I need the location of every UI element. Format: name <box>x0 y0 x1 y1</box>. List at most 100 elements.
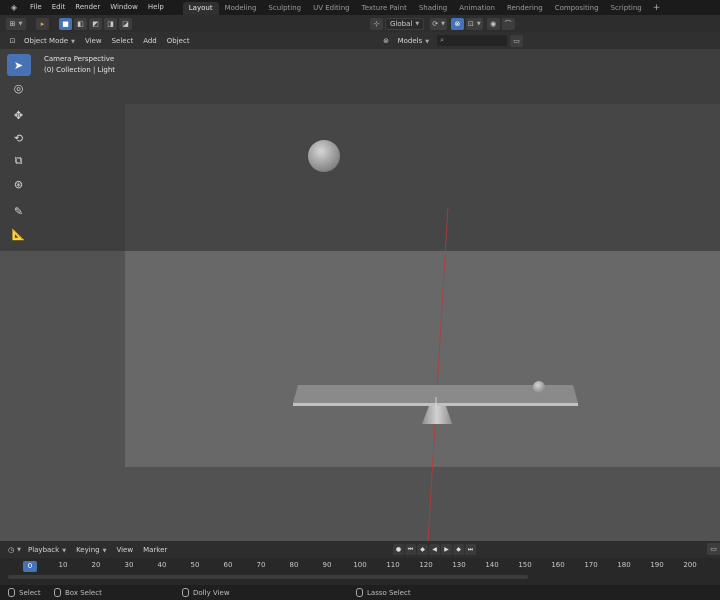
collection-icon: ⊛ <box>383 36 390 45</box>
menu-edit[interactable]: Edit <box>47 0 71 15</box>
view-name-label: Camera Perspective <box>44 55 115 63</box>
select-mode-intersect-icon[interactable]: ◪ <box>119 17 132 30</box>
camera-frame-upper <box>125 104 720 251</box>
frame-number-label: 90 <box>322 561 332 569</box>
tab-animation[interactable]: Animation <box>453 2 501 15</box>
object-mode-dropdown[interactable]: Object Mode ▼ <box>19 37 80 45</box>
menu-select[interactable]: Select <box>107 37 139 45</box>
jump-keyframe-forward-icon[interactable]: ◆ <box>453 544 464 555</box>
proportional-falloff-icon[interactable]: ⌒ <box>501 17 515 30</box>
frame-number-label: 80 <box>289 561 299 569</box>
menu-window[interactable]: Window <box>105 0 143 15</box>
frame-number-label: 50 <box>190 561 200 569</box>
move-icon[interactable]: ✥ <box>7 104 31 126</box>
proportional-edit-icon[interactable]: ◉ <box>486 17 500 30</box>
frame-number-label: 10 <box>58 561 68 569</box>
editor-type-icon[interactable]: ⊞ ▼ <box>6 17 26 30</box>
timeline-view-menu[interactable]: View <box>111 546 138 554</box>
menu-help[interactable]: Help <box>143 0 169 15</box>
orientation-label: Global <box>390 19 413 28</box>
select-mode-new-icon[interactable]: ■ <box>59 17 72 30</box>
marker-menu[interactable]: Marker <box>138 546 172 554</box>
status-select: Select <box>8 588 41 597</box>
keying-menu[interactable]: Keying ▼ <box>71 546 111 554</box>
select-box-icon[interactable]: ➤ <box>6 54 31 76</box>
tab-shading[interactable]: Shading <box>413 2 453 15</box>
current-frame-indicator[interactable]: 0 <box>23 561 37 572</box>
tab-rendering[interactable]: Rendering <box>501 2 549 15</box>
jump-end-icon[interactable]: ⏭ <box>465 544 476 555</box>
workspace-tabs: Layout Modeling Sculpting UV Editing Tex… <box>182 0 666 15</box>
playback-controls: ● ⏮ ◆ ◀ ▶ ◆ ⏭ <box>393 544 477 555</box>
menu-view[interactable]: View <box>80 37 107 45</box>
viewport-overlay-text: Camera Perspective (0) Collection | Ligh… <box>44 54 115 76</box>
transform-orientation-dropdown[interactable]: Global ▼ <box>385 17 425 30</box>
add-workspace-button[interactable]: + <box>648 2 666 15</box>
frame-number-label: 70 <box>256 561 266 569</box>
timeline-scrollbar[interactable] <box>8 575 528 579</box>
filter-toggle-icon[interactable]: ▭ <box>510 34 524 47</box>
orientation-icon[interactable]: ⊹ <box>370 17 383 30</box>
status-lasso-select: Lasso Select <box>356 588 411 597</box>
seesaw-plank-front <box>293 403 578 406</box>
tab-layout[interactable]: Layout <box>182 2 219 15</box>
menu-render[interactable]: Render <box>70 0 105 15</box>
timeline-editor-type-icon[interactable]: ◷ ▼ <box>6 544 23 556</box>
collection-filter-dropdown[interactable]: Models ▼ <box>393 37 435 45</box>
small-ball <box>533 381 545 393</box>
frame-number-label: 150 <box>518 561 532 569</box>
menu-add[interactable]: Add <box>138 37 162 45</box>
tool-shelf: ➤ ◎ ✥ ⟲ ⧉ ⊛ ✎ 📐 <box>5 54 32 246</box>
jump-start-icon[interactable]: ⏮ <box>405 544 416 555</box>
measure-icon[interactable]: 📐 <box>7 223 31 245</box>
record-icon[interactable]: ● <box>393 544 404 555</box>
search-icon: ⌕ <box>440 36 445 44</box>
tab-texture-paint[interactable]: Texture Paint <box>356 2 413 15</box>
annotate-icon[interactable]: ✎ <box>7 200 31 222</box>
keying-menu-label: Keying <box>76 545 100 554</box>
tab-scripting[interactable]: Scripting <box>605 2 648 15</box>
timeline-body[interactable]: 0 10 20 30 40 50 60 70 80 90 100 110 120 130 140 150 16… <box>0 558 720 585</box>
playback-menu[interactable]: Playback ▼ <box>23 546 71 554</box>
status-select-label: Select <box>19 588 41 597</box>
select-mode-invert-icon[interactable]: ◨ <box>104 17 117 30</box>
pivot-point-icon[interactable]: ⟳ ▼ <box>430 17 447 30</box>
frame-number-label: 130 <box>452 561 466 569</box>
timeline-header: ◷ ▼ Playback ▼ Keying ▼ View Marker ● ⏮ ◆ ◀… <box>0 541 720 558</box>
status-box-select: Box Select <box>54 588 102 597</box>
viewport-editor-type-icon[interactable]: ⊡ <box>6 35 19 47</box>
status-bar: Select Box Select Dolly View Lasso Selec… <box>0 585 720 600</box>
frame-number-label: 110 <box>386 561 400 569</box>
tab-compositing[interactable]: Compositing <box>549 2 605 15</box>
play-reverse-icon[interactable]: ◀ <box>429 544 440 555</box>
frame-number-label: 190 <box>650 561 664 569</box>
playback-menu-label: Playback <box>27 545 60 554</box>
frame-number-label: 20 <box>91 561 101 569</box>
frame-number-label: 200 <box>683 561 697 569</box>
tab-modeling[interactable]: Modeling <box>219 2 263 15</box>
frame-number-label: 180 <box>617 561 631 569</box>
jump-keyframe-back-icon[interactable]: ◆ <box>417 544 428 555</box>
transform-icon[interactable]: ⊛ <box>7 173 31 195</box>
cursor-icon[interactable]: ◎ <box>7 77 31 99</box>
tab-uv-editing[interactable]: UV Editing <box>307 2 356 15</box>
blender-logo-icon[interactable]: ◈ <box>3 1 25 14</box>
snap-target-icon[interactable]: ⊡ ▼ <box>465 17 483 30</box>
tool-select-icon[interactable]: ▸ <box>36 17 49 30</box>
rotate-icon[interactable]: ⟲ <box>7 127 31 149</box>
tab-sculpting[interactable]: Sculpting <box>262 2 307 15</box>
menu-file[interactable]: File <box>25 0 47 15</box>
select-mode-extend-icon[interactable]: ◧ <box>74 17 87 30</box>
menu-object[interactable]: Object <box>162 37 195 45</box>
scale-icon[interactable]: ⧉ <box>7 150 31 172</box>
search-input[interactable]: ⌕ <box>437 35 508 46</box>
play-icon[interactable]: ▶ <box>441 544 452 555</box>
snap-icon[interactable]: ⊗ <box>450 17 464 30</box>
frame-number-label: 160 <box>551 561 565 569</box>
frame-number-label: 30 <box>124 561 134 569</box>
3d-viewport[interactable]: Camera Perspective (0) Collection | Ligh… <box>0 49 720 541</box>
mouse-right-icon <box>356 588 363 597</box>
select-mode-subtract-icon[interactable]: ◩ <box>89 17 102 30</box>
status-lasso-select-label: Lasso Select <box>367 588 411 597</box>
timeline-expand-icon[interactable]: ▭ <box>707 543 720 555</box>
